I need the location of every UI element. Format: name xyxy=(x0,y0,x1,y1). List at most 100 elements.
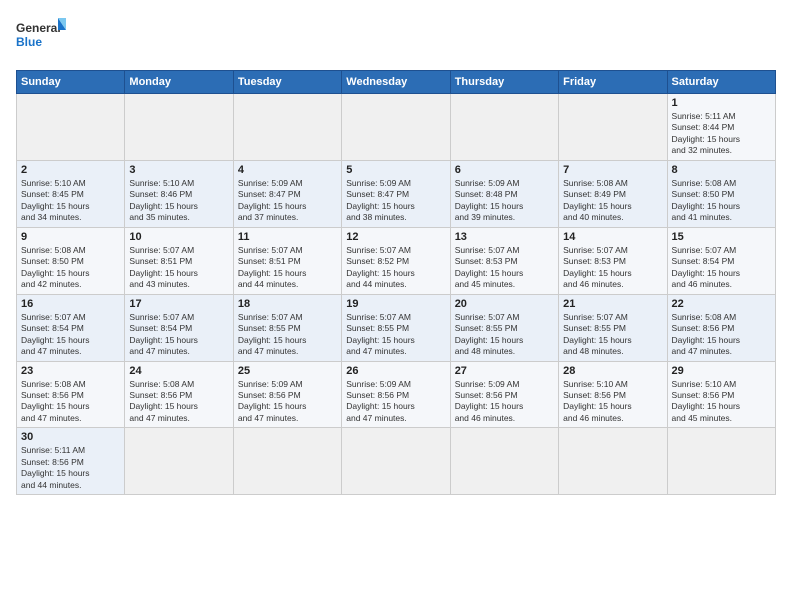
weekday-header-monday: Monday xyxy=(125,71,233,94)
day-info: Sunrise: 5:08 AM Sunset: 8:50 PM Dayligh… xyxy=(672,178,771,224)
calendar-cell: 29 Sunrise: 5:10 AM Sunset: 8:56 PM Dayli… xyxy=(667,361,775,428)
day-info: Sunrise: 5:07 AM Sunset: 8:54 PM Dayligh… xyxy=(21,312,120,358)
calendar-cell: 25 Sunrise: 5:09 AM Sunset: 8:56 PM Dayli… xyxy=(233,361,341,428)
day-number: 6 xyxy=(455,164,554,176)
calendar-cell: 14 Sunrise: 5:07 AM Sunset: 8:53 PM Dayli… xyxy=(559,227,667,294)
day-number: 26 xyxy=(346,365,445,377)
calendar-cell: 7Sunrise: 5:08 AM Sunset: 8:49 PM Daylig… xyxy=(559,160,667,227)
day-info: Sunrise: 5:10 AM Sunset: 8:56 PM Dayligh… xyxy=(672,379,771,425)
day-info: Sunrise: 5:09 AM Sunset: 8:56 PM Dayligh… xyxy=(455,379,554,425)
weekday-header-saturday: Saturday xyxy=(667,71,775,94)
svg-text:General: General xyxy=(16,21,61,35)
day-info: Sunrise: 5:07 AM Sunset: 8:53 PM Dayligh… xyxy=(455,245,554,291)
day-number: 9 xyxy=(21,231,120,243)
calendar-week-4: 16Sunrise: 5:07 AM Sunset: 8:54 PM Dayli… xyxy=(17,294,776,361)
day-number: 2 xyxy=(21,164,120,176)
calendar-cell: 4 Sunrise: 5:09 AM Sunset: 8:47 PM Daylig… xyxy=(233,160,341,227)
day-number: 19 xyxy=(346,298,445,310)
day-info: Sunrise: 5:08 AM Sunset: 8:56 PM Dayligh… xyxy=(21,379,120,425)
day-number: 5 xyxy=(346,164,445,176)
calendar-cell: 2 Sunrise: 5:10 AM Sunset: 8:45 PM Daylig… xyxy=(17,160,125,227)
day-info: Sunrise: 5:09 AM Sunset: 8:56 PM Dayligh… xyxy=(238,379,337,425)
day-number: 28 xyxy=(563,365,662,377)
calendar-cell xyxy=(667,428,775,495)
calendar-cell: 24Sunrise: 5:08 AM Sunset: 8:56 PM Dayli… xyxy=(125,361,233,428)
calendar-week-5: 23Sunrise: 5:08 AM Sunset: 8:56 PM Dayli… xyxy=(17,361,776,428)
calendar-cell: 17 Sunrise: 5:07 AM Sunset: 8:54 PM Dayli… xyxy=(125,294,233,361)
calendar-cell: 10 Sunrise: 5:07 AM Sunset: 8:51 PM Dayli… xyxy=(125,227,233,294)
day-info: Sunrise: 5:07 AM Sunset: 8:55 PM Dayligh… xyxy=(563,312,662,358)
calendar-cell: 12 Sunrise: 5:07 AM Sunset: 8:52 PM Dayli… xyxy=(342,227,450,294)
calendar-cell xyxy=(450,94,558,161)
day-info: Sunrise: 5:07 AM Sunset: 8:55 PM Dayligh… xyxy=(238,312,337,358)
calendar-cell: 11 Sunrise: 5:07 AM Sunset: 8:51 PM Dayli… xyxy=(233,227,341,294)
calendar-cell xyxy=(233,94,341,161)
day-number: 14 xyxy=(563,231,662,243)
day-number: 7 xyxy=(563,164,662,176)
day-number: 11 xyxy=(238,231,337,243)
day-info: Sunrise: 5:10 AM Sunset: 8:45 PM Dayligh… xyxy=(21,178,120,224)
day-info: Sunrise: 5:11 AM Sunset: 8:56 PM Dayligh… xyxy=(21,445,120,491)
day-number: 15 xyxy=(672,231,771,243)
calendar-week-3: 9 Sunrise: 5:08 AM Sunset: 8:50 PM Daylig… xyxy=(17,227,776,294)
calendar-cell: 15Sunrise: 5:07 AM Sunset: 8:54 PM Dayli… xyxy=(667,227,775,294)
day-info: Sunrise: 5:07 AM Sunset: 8:54 PM Dayligh… xyxy=(129,312,228,358)
calendar-cell: 27Sunrise: 5:09 AM Sunset: 8:56 PM Dayli… xyxy=(450,361,558,428)
calendar-cell: 30 Sunrise: 5:11 AM Sunset: 8:56 PM Dayli… xyxy=(17,428,125,495)
calendar-cell: 26 Sunrise: 5:09 AM Sunset: 8:56 PM Dayli… xyxy=(342,361,450,428)
calendar-cell xyxy=(559,428,667,495)
day-number: 3 xyxy=(129,164,228,176)
calendar-cell: 5 Sunrise: 5:09 AM Sunset: 8:47 PM Daylig… xyxy=(342,160,450,227)
calendar-cell: 21 Sunrise: 5:07 AM Sunset: 8:55 PM Dayli… xyxy=(559,294,667,361)
day-number: 30 xyxy=(21,431,120,443)
day-info: Sunrise: 5:11 AM Sunset: 8:44 PM Dayligh… xyxy=(672,111,771,157)
calendar-cell xyxy=(125,428,233,495)
day-number: 10 xyxy=(129,231,228,243)
day-info: Sunrise: 5:07 AM Sunset: 8:55 PM Dayligh… xyxy=(455,312,554,358)
day-number: 18 xyxy=(238,298,337,310)
calendar-cell: 9 Sunrise: 5:08 AM Sunset: 8:50 PM Daylig… xyxy=(17,227,125,294)
day-info: Sunrise: 5:08 AM Sunset: 8:56 PM Dayligh… xyxy=(672,312,771,358)
calendar-cell: 3 Sunrise: 5:10 AM Sunset: 8:46 PM Daylig… xyxy=(125,160,233,227)
calendar-cell xyxy=(450,428,558,495)
calendar-cell: 13 Sunrise: 5:07 AM Sunset: 8:53 PM Dayli… xyxy=(450,227,558,294)
calendar-cell: 8Sunrise: 5:08 AM Sunset: 8:50 PM Daylig… xyxy=(667,160,775,227)
calendar-cell: 20 Sunrise: 5:07 AM Sunset: 8:55 PM Dayli… xyxy=(450,294,558,361)
day-info: Sunrise: 5:07 AM Sunset: 8:55 PM Dayligh… xyxy=(346,312,445,358)
day-number: 12 xyxy=(346,231,445,243)
calendar-cell: 1 Sunrise: 5:11 AM Sunset: 8:44 PM Daylig… xyxy=(667,94,775,161)
day-number: 17 xyxy=(129,298,228,310)
weekday-header-friday: Friday xyxy=(559,71,667,94)
day-number: 21 xyxy=(563,298,662,310)
weekday-header-tuesday: Tuesday xyxy=(233,71,341,94)
day-info: Sunrise: 5:07 AM Sunset: 8:51 PM Dayligh… xyxy=(129,245,228,291)
day-number: 24 xyxy=(129,365,228,377)
day-info: Sunrise: 5:07 AM Sunset: 8:52 PM Dayligh… xyxy=(346,245,445,291)
day-info: Sunrise: 5:09 AM Sunset: 8:47 PM Dayligh… xyxy=(346,178,445,224)
day-info: Sunrise: 5:09 AM Sunset: 8:56 PM Dayligh… xyxy=(346,379,445,425)
calendar-cell xyxy=(17,94,125,161)
calendar-cell xyxy=(233,428,341,495)
calendar-header-row: SundayMondayTuesdayWednesdayThursdayFrid… xyxy=(17,71,776,94)
day-info: Sunrise: 5:08 AM Sunset: 8:50 PM Dayligh… xyxy=(21,245,120,291)
day-info: Sunrise: 5:07 AM Sunset: 8:53 PM Dayligh… xyxy=(563,245,662,291)
svg-text:Blue: Blue xyxy=(16,35,42,49)
day-info: Sunrise: 5:09 AM Sunset: 8:47 PM Dayligh… xyxy=(238,178,337,224)
calendar-table: SundayMondayTuesdayWednesdayThursdayFrid… xyxy=(16,70,776,495)
logo-svg: General Blue xyxy=(16,16,66,60)
calendar-cell: 19 Sunrise: 5:07 AM Sunset: 8:55 PM Dayli… xyxy=(342,294,450,361)
day-info: Sunrise: 5:07 AM Sunset: 8:51 PM Dayligh… xyxy=(238,245,337,291)
calendar-cell: 22Sunrise: 5:08 AM Sunset: 8:56 PM Dayli… xyxy=(667,294,775,361)
day-number: 20 xyxy=(455,298,554,310)
weekday-header-wednesday: Wednesday xyxy=(342,71,450,94)
calendar-cell: 18 Sunrise: 5:07 AM Sunset: 8:55 PM Dayli… xyxy=(233,294,341,361)
day-number: 1 xyxy=(672,97,771,109)
page-header: General Blue xyxy=(16,16,776,60)
day-info: Sunrise: 5:10 AM Sunset: 8:46 PM Dayligh… xyxy=(129,178,228,224)
calendar-week-2: 2 Sunrise: 5:10 AM Sunset: 8:45 PM Daylig… xyxy=(17,160,776,227)
day-number: 13 xyxy=(455,231,554,243)
day-number: 29 xyxy=(672,365,771,377)
calendar-week-1: 1 Sunrise: 5:11 AM Sunset: 8:44 PM Daylig… xyxy=(17,94,776,161)
day-number: 25 xyxy=(238,365,337,377)
day-number: 4 xyxy=(238,164,337,176)
